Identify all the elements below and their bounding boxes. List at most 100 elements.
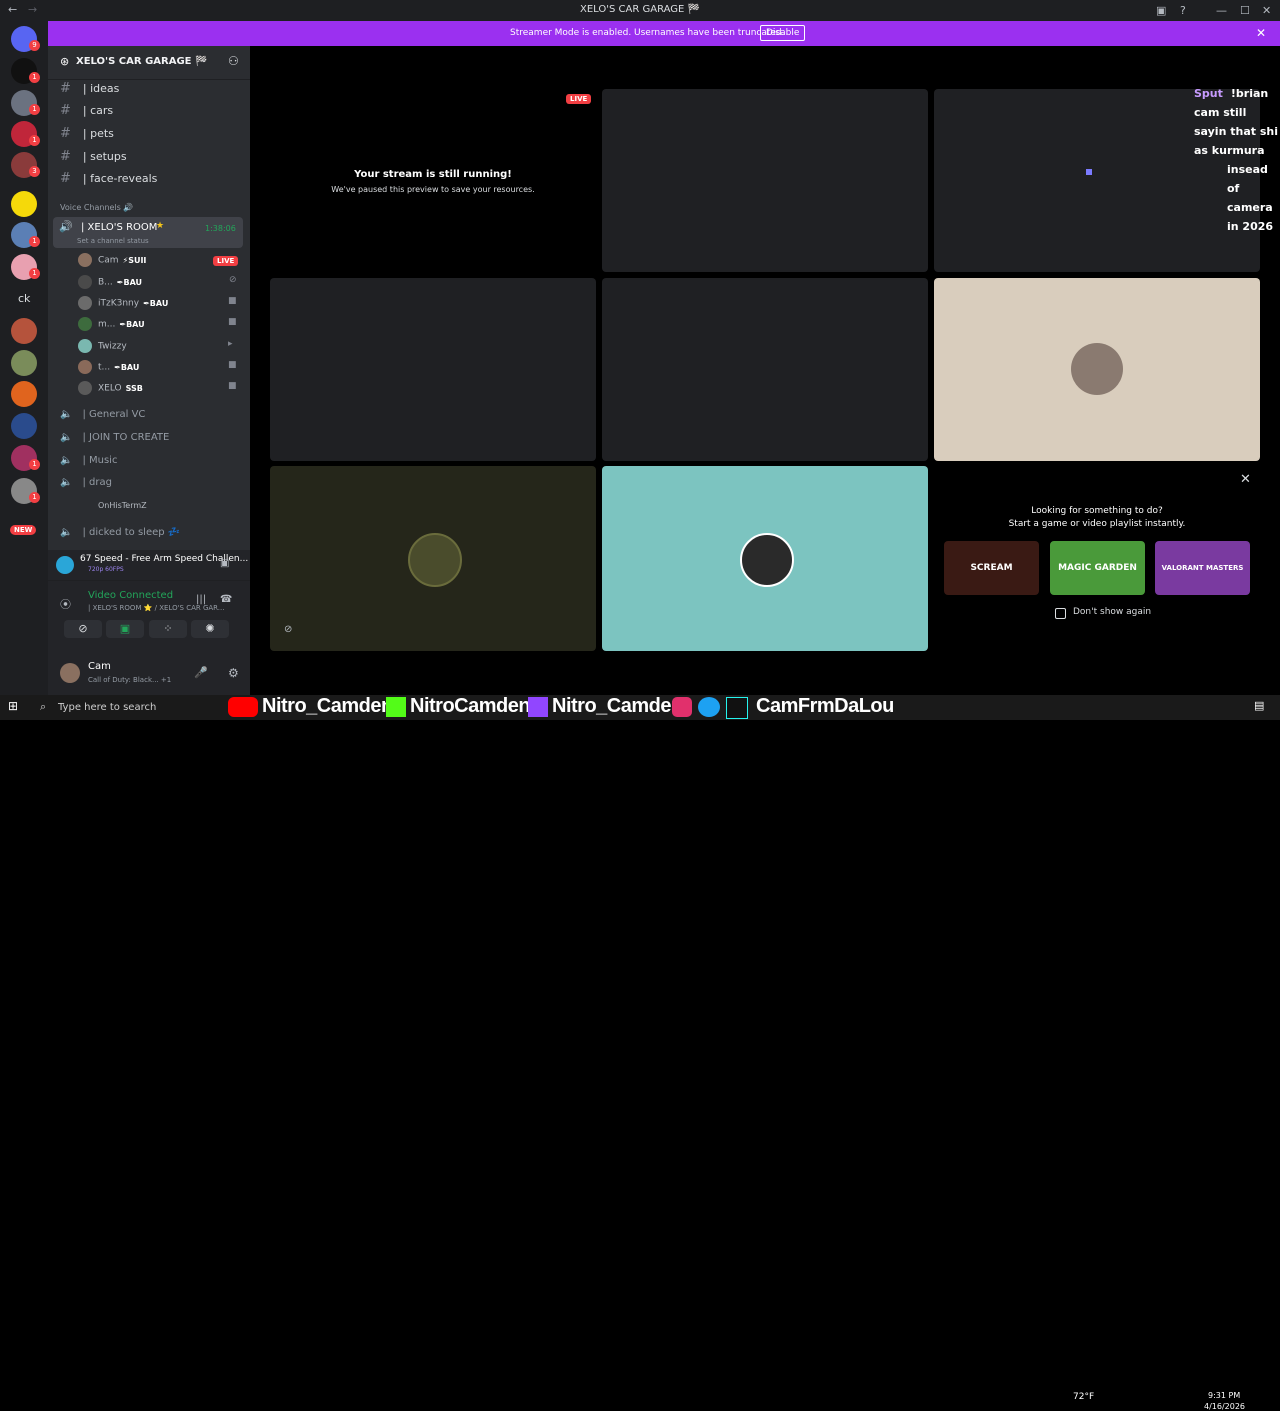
notification-badge: 1	[29, 492, 40, 503]
channel-ideas[interactable]: # | ideas	[60, 81, 119, 96]
voice-channel-sleep[interactable]: 🔈 | dicked to sleep 💤	[60, 527, 180, 538]
voice-channel-drag[interactable]: 🔈 | drag	[60, 477, 112, 488]
close-suggestions-icon[interactable]: ✕	[1240, 472, 1251, 487]
avatar	[78, 275, 92, 289]
signal-icon[interactable]: ⦿	[60, 596, 71, 612]
camera-icon: ■	[228, 360, 237, 370]
soundboard-button[interactable]: ✺	[191, 620, 229, 638]
back-icon[interactable]: ←	[8, 3, 17, 16]
video-tile[interactable]	[602, 278, 928, 461]
noise-icon[interactable]: |||	[196, 594, 206, 605]
notification-badge: 1	[29, 104, 40, 115]
stream-settings-icon[interactable]: ▣	[220, 558, 229, 569]
voice-user[interactable]: Twizzy	[78, 339, 131, 353]
inbox-icon[interactable]: ▣	[1156, 4, 1166, 17]
voice-channel-music[interactable]: 🔈 | Music	[60, 455, 117, 466]
banner-message: Streamer Mode is enabled. Usernames have…	[510, 28, 785, 38]
close-banner-icon[interactable]: ✕	[1256, 26, 1266, 40]
dont-show-label: Don't show again	[1073, 607, 1152, 617]
video-tile[interactable]	[934, 278, 1260, 461]
overlay-twitch-handle: Nitro_Camden	[552, 695, 683, 717]
active-voice-channel[interactable]: 🔊 | XELO'S ROOM ★ 1:38:06 Set a channel …	[53, 217, 243, 248]
server-icon[interactable]	[11, 350, 37, 376]
server-guide-icon: ⊛	[60, 55, 70, 68]
speaker-icon: 🔈	[60, 409, 73, 420]
streamer-mode-banner: Streamer Mode is enabled. Usernames have…	[48, 21, 1280, 46]
voice-user[interactable]: m... ✒BAU	[78, 317, 145, 331]
server-icon[interactable]	[11, 318, 37, 344]
taskbar-search[interactable]: Type here to search	[58, 697, 194, 718]
camera-icon: ■	[228, 317, 237, 327]
paused-title: Your stream is still running!	[354, 169, 512, 180]
hashtag-icon: #	[60, 81, 71, 96]
video-tile[interactable]	[270, 278, 596, 461]
notifications-icon[interactable]: ▤	[1254, 699, 1264, 712]
clock-date[interactable]: 4/16/2026	[1204, 1402, 1245, 1411]
settings-gear-icon[interactable]: ⚙	[228, 666, 239, 680]
chat-overlay: Sput !brian cam still sayin that shi as k…	[1194, 87, 1278, 233]
channel-face-reveals[interactable]: # | face-reveals	[60, 171, 157, 186]
avatar	[78, 360, 92, 374]
server-icon[interactable]	[11, 413, 37, 439]
voice-user[interactable]: iTzK3nny ✒BAU	[78, 296, 168, 310]
activity-icon	[56, 556, 74, 574]
avatar	[60, 663, 80, 683]
title-bar: ← → XELO'S CAR GARAGE 🏁 ▣ ? — ☐ ✕	[0, 0, 1280, 21]
game-card-magic-garden[interactable]: MAGIC GARDEN	[1050, 541, 1145, 595]
windows-start-icon[interactable]: ⊞	[8, 699, 18, 713]
activity-bar[interactable]: 67 Speed - Free Arm Speed Challen... 720…	[48, 550, 250, 581]
connection-location[interactable]: | XELO'S ROOM ⭐ / XELO'S CAR GAR...	[88, 604, 224, 612]
video-tile[interactable]: ⊘	[270, 466, 596, 651]
game-card-scream[interactable]: SCREAM	[944, 541, 1039, 595]
overlay-handle: CamFrmDaLou	[756, 695, 894, 717]
voice-category[interactable]: Voice Channels 🔊	[60, 203, 133, 212]
dont-show-checkbox[interactable]	[1055, 608, 1066, 619]
server-text-icon[interactable]: ck	[18, 292, 30, 305]
clock-time[interactable]: 9:31 PM	[1208, 1391, 1240, 1400]
video-tile[interactable]	[602, 466, 928, 651]
minimize-icon[interactable]: —	[1216, 4, 1227, 17]
game-card-valorant[interactable]: VALORANT MASTERS	[1155, 541, 1250, 595]
screen-share-button[interactable]: ▣	[106, 620, 144, 638]
activities-button[interactable]: ⁘	[149, 620, 187, 638]
voice-user[interactable]: OnHisTermZ	[98, 501, 147, 510]
hashtag-icon: #	[60, 171, 71, 186]
channel-status[interactable]: Set a channel status	[77, 237, 149, 245]
close-window-icon[interactable]: ✕	[1262, 4, 1271, 17]
camera-off-button[interactable]: ⊘	[64, 620, 102, 638]
avatar	[78, 317, 92, 331]
voice-channel-general[interactable]: 🔈 | General VC	[60, 409, 145, 420]
channel-setups[interactable]: # | setups	[60, 149, 127, 164]
server-header[interactable]: ⊛ XELO'S CAR GARAGE 🏁 ⌄ ⚇	[48, 46, 250, 80]
server-icon[interactable]	[11, 381, 37, 407]
channel-cars[interactable]: # | cars	[60, 103, 113, 118]
camera-icon: ■	[228, 296, 237, 306]
add-member-icon[interactable]: ⚇	[228, 54, 239, 68]
stream-tile-paused[interactable]: LIVE Your stream is still running! We've…	[270, 89, 596, 272]
video-tile[interactable]	[602, 89, 928, 272]
voice-user[interactable]: B... ✒BAU	[78, 275, 142, 289]
microphone-icon[interactable]: 🎤	[194, 666, 208, 679]
star-icon: ★	[156, 221, 165, 231]
maximize-icon[interactable]: ☐	[1240, 4, 1250, 17]
disable-button[interactable]: Disable	[760, 25, 806, 41]
voice-user[interactable]: t... ✒BAU	[78, 360, 139, 374]
connection-status[interactable]: Video Connected	[88, 590, 173, 601]
avatar	[78, 339, 92, 353]
forward-icon[interactable]: →	[28, 3, 37, 16]
disconnect-icon[interactable]: ☎	[220, 594, 232, 605]
server-icon[interactable]	[11, 191, 37, 217]
voice-user[interactable]: XELO SSB	[78, 381, 143, 395]
avatar	[408, 533, 462, 587]
notification-badge: 1	[29, 459, 40, 470]
voice-channel-join-to-create[interactable]: 🔈 | JOIN TO CREATE	[60, 432, 169, 443]
user-area[interactable]: Cam Call of Duty: Black... +1 🎤 ⚙	[48, 654, 250, 695]
overlay-youtube-handle: Nitro_Camden	[262, 695, 393, 717]
help-icon[interactable]: ?	[1180, 4, 1186, 17]
chat-username: Sput	[1194, 87, 1223, 100]
notification-badge: 1	[29, 236, 40, 247]
voice-user[interactable]: Cam ⚡SUII	[78, 253, 146, 267]
user-status: Call of Duty: Black... +1	[88, 676, 172, 684]
notification-badge: 9	[29, 40, 40, 51]
channel-pets[interactable]: # | pets	[60, 126, 114, 141]
